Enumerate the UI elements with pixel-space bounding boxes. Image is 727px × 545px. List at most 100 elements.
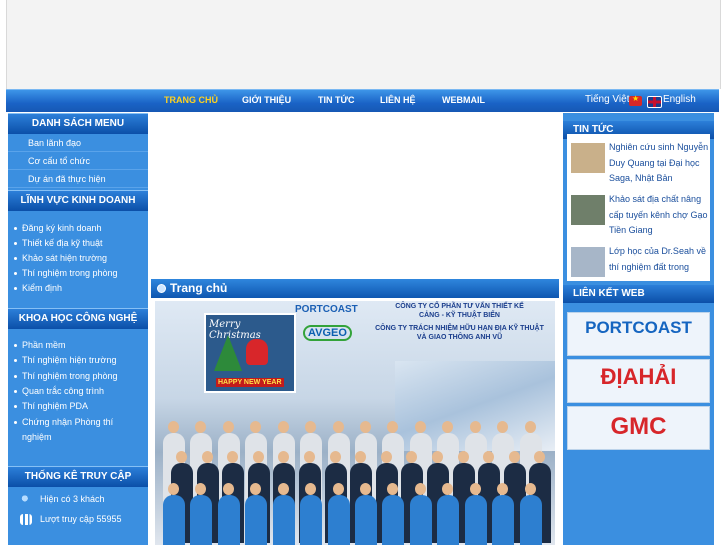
nav-webmail[interactable]: WEBMAIL — [442, 95, 485, 105]
page-title: Trang chủ — [151, 279, 559, 298]
staff-head — [360, 483, 371, 495]
staff-head — [304, 451, 315, 463]
lang-vietnamese-link[interactable]: Tiếng Việt — [585, 94, 629, 105]
staff-person — [163, 495, 185, 545]
visit-counter-text: Lượt truy cập 55955 — [40, 514, 122, 524]
vietnam-flag-icon[interactable] — [629, 94, 642, 106]
staff-person — [355, 495, 377, 545]
new-year-text: HAPPY NEW YEAR — [216, 378, 284, 387]
lang-english-link[interactable]: English — [663, 94, 696, 105]
nav-home[interactable]: TRANG CHỦ — [164, 95, 218, 105]
online-visitors: Hiện có 3 khách — [20, 492, 105, 506]
staff-person — [245, 495, 268, 545]
staff-person — [217, 495, 240, 545]
business-item-geotech-design[interactable]: Thiết kế địa kỹ thuật — [14, 236, 142, 251]
menu-item-projects[interactable]: Dự án đã thực hiện — [8, 171, 148, 188]
staff-person — [327, 495, 350, 545]
staff-head — [168, 421, 179, 433]
news-list: Nghiên cứu sinh Nguyễn Duy Quang tại Đại… — [567, 134, 710, 281]
staff-head — [195, 421, 207, 433]
uk-flag-icon[interactable] — [647, 96, 662, 108]
staff-head — [277, 421, 289, 433]
staff-head — [201, 451, 213, 463]
news-thumbnail — [571, 195, 605, 225]
visit-counter: Lượt truy cập 55955 — [20, 512, 121, 526]
staff-head — [360, 421, 371, 433]
staff-head — [534, 451, 546, 463]
business-item-lab-testing[interactable]: Thí nghiệm trong phòng — [14, 266, 142, 281]
gmc-link-logo: GMC — [610, 413, 667, 440]
header-banner — [6, 0, 721, 89]
stats-heading: THỐNG KÊ TRUY CẬP — [8, 466, 148, 487]
business-item-registration[interactable]: Đăng ký kinh doanh — [14, 221, 142, 236]
staff-head — [252, 451, 264, 463]
right-sidebar: TIN TỨC Nghiên cứu sinh Nguyễn Duy Quang… — [563, 113, 714, 545]
news-link[interactable]: Lớp học của Dr.Seah về thí nghiệm đất tr… — [609, 244, 710, 275]
staff-head — [524, 483, 536, 495]
web-links-heading: LIÊN KẾT WEB — [563, 285, 714, 303]
science-item-lab-certification[interactable]: Chứng nhận Phòng thí nghiệm — [14, 415, 142, 445]
nav-about[interactable]: GIỚI THIỆU — [242, 95, 291, 105]
staff-person — [272, 495, 295, 545]
staff-head — [332, 421, 344, 433]
menu-item-organization[interactable]: Cơ cấu tổ chức — [8, 153, 148, 170]
staff-head — [469, 483, 481, 495]
staff-person — [519, 495, 542, 545]
portcoast-link-logo: PORTCOAST — [585, 318, 692, 337]
news-thumbnail — [571, 143, 605, 173]
christmas-card: Merry Christmas HAPPY NEW YEAR — [204, 313, 296, 393]
chart-icon — [20, 514, 32, 526]
staff-head — [380, 451, 392, 463]
avgeo-logo: AVGEO — [303, 325, 352, 341]
company1-line2: CẢNG - KỸ THUẬT BIỂN — [419, 312, 500, 319]
users-icon — [20, 494, 32, 506]
staff-head — [414, 483, 426, 495]
nav-contact[interactable]: LIÊN HỆ — [380, 95, 416, 105]
staff-head — [497, 421, 509, 433]
santa-icon — [246, 339, 268, 365]
portcoast-link[interactable]: PORTCOAST — [567, 312, 710, 356]
staff-head — [442, 421, 454, 433]
nav-news[interactable]: TIN TỨC — [318, 95, 354, 105]
science-item-lab-testing[interactable]: Thí nghiệm trong phòng — [14, 369, 142, 384]
staff-person — [437, 495, 460, 545]
staff-head — [332, 483, 344, 495]
diahai-link-logo: ĐỊAHẢI — [600, 364, 677, 389]
portcoast-logo: PORTCOAST — [295, 304, 358, 315]
tree-icon — [214, 335, 242, 371]
staff-head — [414, 421, 426, 433]
news-link[interactable]: Nghiên cứu sinh Nguyễn Duy Quang tại Đại… — [609, 140, 710, 187]
staff-person — [464, 495, 487, 545]
staff-head — [176, 451, 187, 463]
menu-list-heading: DANH SÁCH MENU — [8, 113, 148, 134]
menu-item-leadership[interactable]: Ban lãnh đạo — [8, 135, 148, 152]
science-item-field-testing[interactable]: Thí nghiệm hiện trường — [14, 353, 142, 368]
main-content: Trang chủ Merry Christmas HAPPY NEW YEAR… — [151, 113, 559, 545]
staff-head — [305, 421, 317, 433]
staff-head — [524, 421, 536, 433]
staff-head — [277, 483, 289, 495]
business-item-inspection[interactable]: Kiểm định — [14, 281, 142, 296]
business-item-field-survey[interactable]: Khảo sát hiện trường — [14, 251, 142, 266]
science-item-software[interactable]: Phần mềm — [14, 338, 142, 353]
gmc-link[interactable]: GMC — [567, 406, 710, 450]
staff-person — [409, 495, 432, 545]
staff-head — [432, 451, 443, 463]
staff-head — [222, 421, 234, 433]
news-link[interactable]: Khảo sát địa chất nâng cấp tuyến kênh ch… — [609, 192, 710, 239]
staff-head — [387, 421, 399, 433]
science-item-pda[interactable]: Thí nghiệm PDA — [14, 399, 142, 414]
staff-head — [250, 421, 262, 433]
main-nav: TRANG CHỦ GIỚI THIỆU TIN TỨC LIÊN HỆ WEB… — [6, 89, 719, 112]
staff-person — [382, 495, 405, 545]
science-item-monitoring[interactable]: Quan trắc công trình — [14, 384, 142, 399]
staff-head — [457, 451, 469, 463]
diahai-link[interactable]: ĐỊAHẢI — [567, 359, 710, 403]
staff-head — [168, 483, 179, 495]
bullet-icon — [157, 284, 166, 294]
staff-person — [300, 495, 323, 545]
science-heading: KHOA HỌC CÔNG NGHỆ — [8, 308, 148, 329]
staff-person — [190, 495, 213, 545]
company2-line1: CÔNG TY TRÁCH NHIỆM HỮU HẠN ĐỊA KỸ THUẬT — [375, 325, 544, 332]
business-heading: LĨNH VỰC KINH DOANH — [8, 190, 148, 211]
